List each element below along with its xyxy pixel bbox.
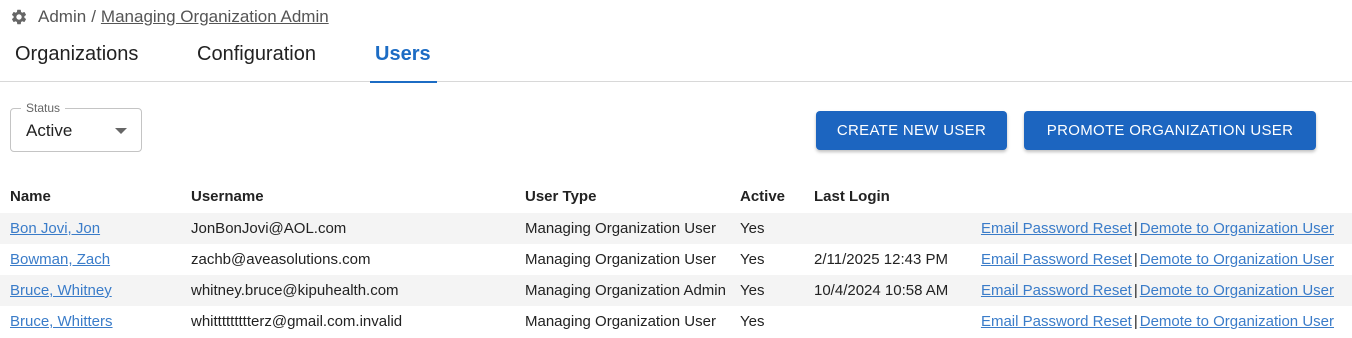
breadcrumb: Admin / Managing Organization Admin [10,6,329,28]
chevron-down-icon [115,128,127,134]
user-name-link[interactable]: Bon Jovi, Jon [10,220,100,237]
action-separator: | [1133,220,1138,237]
column-header-actions [949,180,1352,213]
email-password-reset-link[interactable]: Email Password Reset [981,220,1132,237]
breadcrumb-separator: / [91,7,96,26]
row-actions: Email Password Reset | Demote to Organizat… [949,244,1352,275]
action-separator: | [1133,313,1138,330]
email-password-reset-link[interactable]: Email Password Reset [981,313,1132,330]
active-cell: Yes [730,213,804,244]
tab-bar: Organizations Configuration Users [0,38,1352,83]
last-login-cell [804,213,949,244]
table-row: Bon Jovi, Jon JonBonJovi@AOL.com Managin… [0,213,1352,244]
table-row: Bruce, Whitters whittttttttterz@gmail.co… [0,306,1352,337]
column-header-username: Username [191,188,264,205]
users-table: Name Username User Type Active Last Logi… [0,180,1352,337]
user-name-link[interactable]: Bruce, Whitney [10,282,112,299]
create-new-user-button[interactable]: CREATE NEW USER [816,111,1007,150]
demote-to-organization-user-link[interactable]: Demote to Organization User [1140,282,1334,299]
username-cell: JonBonJovi@AOL.com [181,213,515,244]
last-login-cell: 2/11/2025 12:43 PM [814,251,948,268]
username-cell: whitney.bruce@kipuhealth.com [181,275,515,306]
tab-configuration[interactable]: Configuration [192,38,321,82]
last-login-cell: 10/4/2024 10:58 AM [804,275,949,306]
breadcrumb-root: Admin [38,7,87,26]
tab-users[interactable]: Users [370,38,437,83]
demote-to-organization-user-link[interactable]: Demote to Organization User [1140,220,1334,237]
status-select-label: Status [21,101,66,115]
table-row: Bowman, Zach zachb@aveasolutions.com Man… [0,244,1352,275]
column-header-last-login: Last Login [814,188,890,205]
last-login-cell [804,306,949,337]
email-password-reset-link[interactable]: Email Password Reset [981,251,1132,268]
demote-to-organization-user-link[interactable]: Demote to Organization User [1140,251,1334,268]
username-cell: zachb@aveasolutions.com [191,251,371,268]
breadcrumb-current-link[interactable]: Managing Organization Admin [101,7,329,27]
username-cell: whittttttttterz@gmail.com.invalid [191,313,403,330]
table-row: Bruce, Whitney whitney.bruce@kipuhealth.… [0,275,1352,306]
status-select[interactable]: Status Active [10,101,142,152]
promote-organization-user-button[interactable]: PROMOTE ORGANIZATION USER [1024,111,1316,150]
active-cell: Yes [730,275,804,306]
user-type-cell: Managing Organization User [525,251,716,268]
active-cell: Yes [740,251,765,268]
action-separator: | [1133,251,1138,268]
row-actions: Email Password Reset | Demote to Organizat… [949,213,1352,244]
user-name-link[interactable]: Bowman, Zach [10,251,110,268]
gear-icon [10,8,28,26]
row-actions: Email Password Reset | Demote to Organizat… [949,306,1352,337]
demote-to-organization-user-link[interactable]: Demote to Organization User [1140,313,1334,330]
action-separator: | [1133,282,1138,299]
user-type-cell: Managing Organization Admin [515,275,730,306]
column-header-active: Active [740,188,786,205]
tab-organizations[interactable]: Organizations [10,38,143,82]
table-header-row: Name Username User Type Active Last Logi… [0,180,1352,213]
user-type-cell: Managing Organization User [515,213,730,244]
email-password-reset-link[interactable]: Email Password Reset [981,282,1132,299]
user-name-link[interactable]: Bruce, Whitters [10,313,113,330]
active-cell: Yes [740,313,765,330]
user-type-cell: Managing Organization User [525,313,716,330]
status-select-value: Active [26,121,73,140]
row-actions: Email Password Reset | Demote to Organizat… [949,275,1352,306]
column-header-user-type: User Type [525,188,597,205]
column-header-name: Name [10,188,51,205]
